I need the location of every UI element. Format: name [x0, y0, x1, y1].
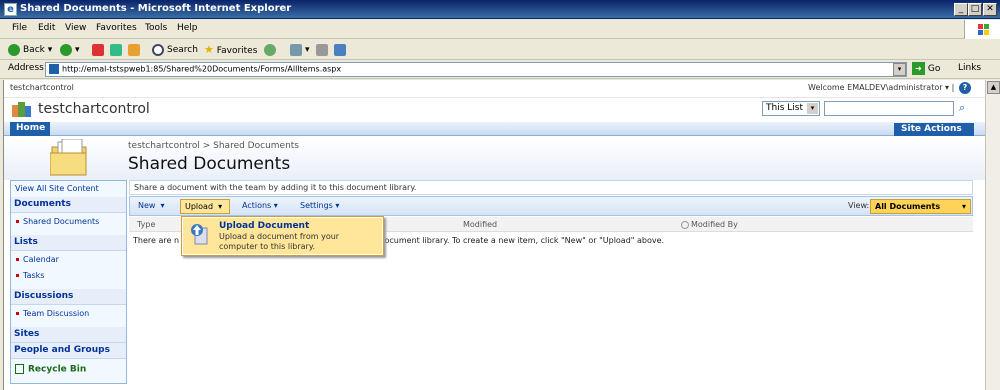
media-icon — [264, 43, 276, 56]
site-header: testchartcontrol This List ▾ ⌕ — [4, 98, 985, 122]
menu-help[interactable]: Help — [177, 23, 198, 33]
maximize-button[interactable]: □ — [968, 3, 982, 16]
back-arrow-icon — [8, 43, 20, 56]
site-actions-menu[interactable]: Site Actions ▾ — [894, 123, 974, 144]
media-button[interactable] — [264, 43, 279, 57]
search-button[interactable]: Search — [152, 43, 198, 57]
star-icon: ★ — [204, 43, 214, 56]
nav-head-sites[interactable]: Sites — [11, 327, 126, 343]
quick-launch: View All Site Content Documents Shared D… — [10, 180, 127, 384]
address-dropdown[interactable]: ▾ — [893, 63, 906, 76]
home-icon — [128, 43, 140, 56]
edit-button[interactable] — [334, 43, 349, 57]
go-arrow-icon: ➜ — [912, 62, 925, 75]
ie-toolbar: Back ▾ ▾ Search ★ Favorites ▾ — [0, 40, 1000, 60]
nav-head-discussions[interactable]: Discussions — [11, 289, 126, 305]
web-page: testchartcontrol Welcome EMALDEV\adminis… — [3, 80, 985, 390]
list-toolbar: New ▾ Upload ▾ Actions ▾ Settings ▾ View… — [129, 196, 973, 216]
search-scope-select[interactable]: This List ▾ — [762, 101, 820, 116]
breadcrumb[interactable]: testchartcontrol > Shared Documents — [128, 141, 299, 151]
library-description: Share a document with the team by adding… — [129, 180, 973, 195]
site-logo-icon — [12, 102, 32, 118]
page-icon — [49, 64, 59, 74]
search-icon — [152, 43, 164, 56]
upload-document-desc-line1: Upload a document from your — [219, 232, 340, 241]
recycle-bin-icon — [15, 364, 24, 374]
print-icon — [316, 43, 328, 56]
view-selector[interactable]: All Documents ▾ — [870, 199, 971, 214]
home-button[interactable] — [128, 43, 143, 57]
recycle-bin-link[interactable]: Recycle Bin — [11, 361, 126, 381]
upload-menu[interactable]: Upload ▾ — [180, 199, 230, 214]
view-label: View: — [848, 201, 870, 210]
links-button[interactable]: Links — [958, 63, 981, 73]
back-button[interactable]: Back ▾ — [8, 43, 52, 57]
vertical-scrollbar[interactable]: ▲ — [985, 80, 1000, 390]
windows-flag-icon — [964, 20, 1000, 39]
column-modified-by[interactable]: Modified By — [681, 220, 738, 229]
scroll-up-icon[interactable]: ▲ — [987, 81, 1000, 94]
site-search-input[interactable] — [824, 101, 954, 116]
nav-item-team-discussion[interactable]: Team Discussion — [16, 309, 89, 318]
stop-icon — [92, 43, 104, 56]
actions-menu[interactable]: Actions ▾ — [242, 201, 278, 210]
column-modified[interactable]: Modified — [463, 220, 497, 229]
print-button[interactable] — [316, 43, 331, 57]
help-icon[interactable]: ? — [959, 82, 971, 94]
site-title[interactable]: testchartcontrol — [38, 101, 150, 117]
tab-home[interactable]: Home — [10, 122, 50, 136]
mail-button[interactable]: ▾ — [290, 43, 310, 57]
refresh-button[interactable] — [110, 43, 125, 57]
nav-item-shared-documents[interactable]: Shared Documents — [16, 217, 99, 226]
chevron-down-icon: ▾ — [807, 103, 818, 114]
new-menu[interactable]: New ▾ — [138, 201, 165, 210]
go-button[interactable]: ➜ Go — [912, 62, 940, 75]
stop-button[interactable] — [92, 43, 107, 57]
nav-head-documents[interactable]: Documents — [11, 197, 126, 213]
menu-tools[interactable]: Tools — [145, 23, 167, 33]
upload-document-item[interactable]: Upload Document Upload a document from y… — [183, 218, 382, 254]
settings-menu[interactable]: Settings ▾ — [300, 201, 339, 210]
menu-favorites[interactable]: Favorites — [96, 23, 137, 33]
address-bar: Address http://emal-tstspweb1:85/Shared%… — [0, 60, 1000, 79]
global-site-link[interactable]: testchartcontrol — [10, 83, 74, 92]
view-all-site-content-link[interactable]: View All Site Content — [15, 184, 99, 193]
forward-arrow-icon — [60, 43, 72, 56]
nav-item-tasks[interactable]: Tasks — [16, 271, 44, 280]
menu-edit[interactable]: Edit — [38, 23, 55, 33]
chevron-down-icon: ▾ — [961, 202, 966, 211]
welcome-menu[interactable]: Welcome EMALDEV\administrator ▾ | — [808, 83, 954, 92]
edit-icon — [334, 43, 346, 56]
upload-document-title: Upload Document — [219, 221, 310, 231]
document-library-icon — [49, 138, 90, 177]
global-bar: testchartcontrol Welcome EMALDEV\adminis… — [4, 80, 985, 98]
close-button[interactable]: ✕ — [983, 3, 997, 16]
window-titlebar: e Shared Documents - Microsoft Internet … — [0, 0, 1000, 19]
mail-icon — [290, 43, 302, 56]
window-title: Shared Documents - Microsoft Internet Ex… — [20, 3, 292, 14]
ie-icon: e — [4, 3, 17, 16]
search-go-icon[interactable]: ⌕ — [959, 101, 965, 115]
title-area: testchartcontrol > Shared Documents Shar… — [4, 137, 985, 180]
favorites-button[interactable]: ★ Favorites — [204, 43, 257, 57]
address-label: Address — [8, 63, 44, 73]
forward-button[interactable]: ▾ — [60, 43, 80, 57]
presence-icon — [681, 220, 689, 229]
upload-dropdown-menu: Upload Document Upload a document from y… — [181, 216, 384, 256]
nav-item-calendar[interactable]: Calendar — [16, 255, 59, 264]
column-type[interactable]: Type — [137, 220, 155, 229]
minimize-button[interactable]: _ — [954, 3, 968, 16]
menu-file[interactable]: File — [12, 23, 27, 33]
main-content: Share a document with the team by adding… — [129, 180, 973, 390]
upload-document-icon — [189, 222, 211, 248]
top-navigation: Home Site Actions ▾ — [4, 122, 985, 144]
refresh-icon — [110, 43, 122, 56]
page-title: Shared Documents — [128, 154, 291, 174]
menu-bar: File Edit View Favorites Tools Help — [0, 20, 1000, 39]
menu-view[interactable]: View — [65, 23, 86, 33]
nav-head-people-and-groups[interactable]: People and Groups — [11, 343, 126, 359]
nav-head-lists[interactable]: Lists — [11, 235, 126, 251]
upload-document-desc-line2: computer to this library. — [219, 242, 315, 251]
address-input[interactable]: http://emal-tstspweb1:85/Shared%20Docume… — [45, 62, 907, 77]
